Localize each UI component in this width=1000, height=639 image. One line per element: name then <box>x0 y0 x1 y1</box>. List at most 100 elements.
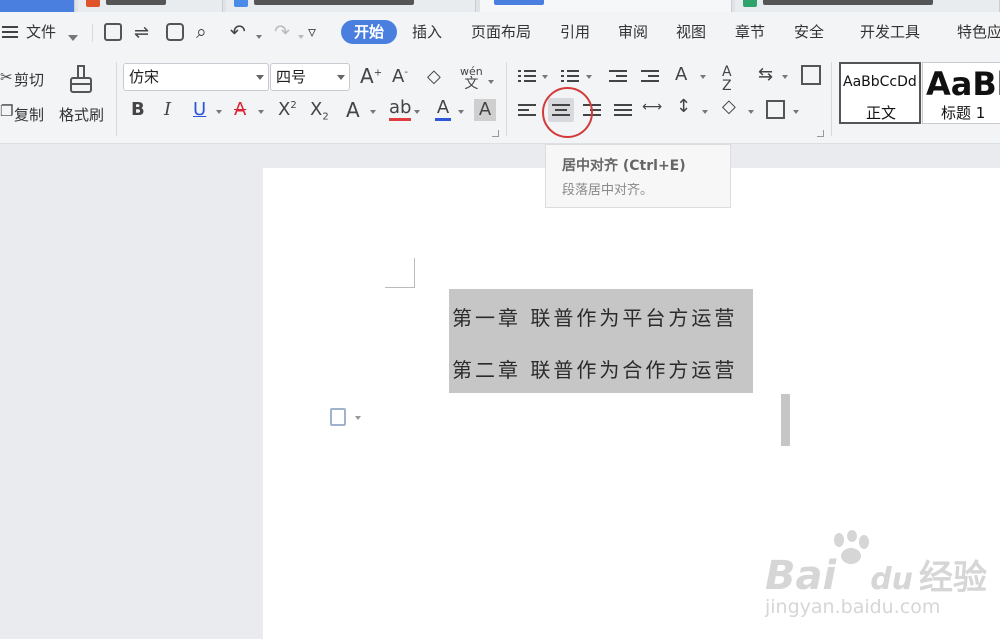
redo-dropdown-icon[interactable] <box>298 35 304 39</box>
annotation-circle <box>542 87 593 138</box>
font-name-select[interactable]: 仿宋 <box>123 63 269 91</box>
superscript-icon[interactable]: X2 <box>278 101 297 119</box>
increase-indent-icon[interactable] <box>641 69 659 83</box>
decrease-font-size-icon[interactable]: A- <box>392 68 408 86</box>
document-line[interactable]: 第一章 联普作为平台方运营 <box>452 302 737 331</box>
underline-dropdown-icon[interactable] <box>216 110 222 114</box>
document-tab[interactable] <box>226 0 476 12</box>
font-dialog-launcher[interactable] <box>492 130 499 137</box>
style-heading-1[interactable]: AaBb 标题 1 <box>922 62 1000 124</box>
redo-icon[interactable]: ↷ <box>274 23 290 42</box>
export-pdf-icon[interactable]: ⇌ <box>134 24 149 42</box>
copy-button[interactable]: 复制 <box>14 104 44 125</box>
strikethrough-dropdown-icon[interactable] <box>258 110 264 114</box>
format-painter-button[interactable]: 格式刷 <box>59 104 104 125</box>
clear-formatting-icon[interactable]: ◇ <box>427 68 441 86</box>
bullets-icon[interactable] <box>518 69 536 83</box>
paragraph-dialog-launcher[interactable] <box>817 130 824 137</box>
shading-icon[interactable]: ◇ <box>722 98 736 116</box>
print-preview-icon[interactable]: ⌕ <box>196 23 207 42</box>
format-painter-icon[interactable] <box>68 64 96 96</box>
font-size-value: 四号 <box>276 68 307 86</box>
tab-developer[interactable]: 开发工具 <box>860 20 920 44</box>
divider <box>831 62 832 136</box>
customize-toolbar-icon[interactable]: ▿ <box>308 24 316 40</box>
font-name-value: 仿宋 <box>129 68 160 86</box>
watermark: Bai du 经验 jingyan.baidu.com <box>765 528 1000 639</box>
bold-icon[interactable]: B <box>131 101 145 119</box>
tab-page-layout[interactable]: 页面布局 <box>471 20 531 44</box>
bullets-dropdown-icon[interactable] <box>542 75 548 79</box>
underline-icon[interactable]: U <box>193 101 206 119</box>
subscript-icon[interactable]: X2 <box>310 101 329 123</box>
font-size-select[interactable]: 四号 <box>270 63 350 91</box>
character-shading-icon[interactable]: A <box>474 99 496 121</box>
tab-home[interactable]: 开始 <box>341 20 398 44</box>
tab-security[interactable]: 安全 <box>794 20 824 44</box>
tab-insert[interactable]: 插入 <box>412 20 442 44</box>
distributed-align-icon[interactable]: ⟷ <box>642 100 662 114</box>
phonetic-guide-icon[interactable]: wén 文 <box>460 66 483 91</box>
text-effect-icon[interactable]: A <box>346 100 360 120</box>
font-color-icon[interactable]: A <box>435 99 451 121</box>
text-direction-icon[interactable]: A <box>675 66 687 84</box>
divider <box>116 62 117 136</box>
watermark-brand: Bai <box>765 553 837 599</box>
copy-icon[interactable]: ❐ <box>0 104 13 119</box>
justify-icon[interactable] <box>614 103 632 117</box>
document-line[interactable]: 第二章 联普作为合作方运营 <box>452 354 737 383</box>
text-direction-dropdown-icon[interactable] <box>700 75 706 79</box>
cut-button[interactable]: 剪切 <box>14 69 44 90</box>
document-tab[interactable] <box>735 0 1000 12</box>
paragraph-layout-dropdown-icon[interactable] <box>355 416 361 420</box>
print-icon[interactable] <box>166 23 184 41</box>
undo-icon[interactable]: ↶ <box>230 23 246 42</box>
numbering-icon[interactable] <box>561 69 579 83</box>
document-tab-active[interactable] <box>480 0 732 12</box>
line-spacing-icon[interactable]: ↕ <box>676 98 691 116</box>
align-left-icon[interactable] <box>518 103 536 117</box>
numbering-dropdown-icon[interactable] <box>586 75 592 79</box>
borders-icon[interactable] <box>766 100 785 119</box>
highlight-icon[interactable]: ab <box>389 99 411 121</box>
decrease-indent-icon[interactable] <box>609 69 627 83</box>
paragraph-layout-icon[interactable] <box>330 408 346 426</box>
style-normal[interactable]: AaBbCcDd 正文 <box>839 62 921 124</box>
strikethrough-icon[interactable]: A <box>234 101 246 119</box>
scissors-icon[interactable]: ✂ <box>0 70 13 85</box>
tab-references[interactable]: 引用 <box>560 20 590 44</box>
file-menu[interactable]: 文件 <box>26 20 56 44</box>
line-spacing-tools-icon[interactable]: ⇆ <box>758 66 773 84</box>
style-heading-1-label: 标题 1 <box>941 104 986 122</box>
tab-features[interactable]: 特色应 <box>957 20 1000 44</box>
document-tab[interactable] <box>0 0 75 12</box>
highlight-dropdown-icon[interactable] <box>414 110 420 114</box>
hamburger-icon[interactable] <box>2 25 20 39</box>
tab-chapter[interactable]: 章节 <box>735 20 765 44</box>
document-tab[interactable] <box>78 0 223 12</box>
divider <box>506 62 507 136</box>
increase-font-size-icon[interactable]: A+ <box>360 66 382 86</box>
text-effect-dropdown-icon[interactable] <box>370 110 376 114</box>
tooltip-title: 居中对齐 (Ctrl+E) <box>562 158 686 174</box>
tooltip-align-center: 居中对齐 (Ctrl+E) 段落居中对齐。 <box>545 144 731 208</box>
shading-dropdown-icon[interactable] <box>748 110 754 114</box>
italic-icon[interactable]: I <box>164 101 171 119</box>
tab-view[interactable]: 视图 <box>676 20 706 44</box>
sort-icon[interactable]: AZ <box>722 65 732 93</box>
tab-review[interactable]: 审阅 <box>618 20 648 44</box>
style-normal-preview: AaBbCcDd <box>843 74 917 90</box>
save-icon[interactable] <box>104 23 122 41</box>
line-spacing-dropdown-icon[interactable] <box>702 110 708 114</box>
line-spacing-tools-dropdown-icon[interactable] <box>782 75 788 79</box>
borders-dropdown-icon[interactable] <box>793 110 799 114</box>
font-color-dropdown-icon[interactable] <box>458 110 464 114</box>
chevron-down-icon[interactable] <box>68 35 78 41</box>
phonetic-dropdown-icon[interactable] <box>488 80 494 84</box>
margin-corner-mark <box>385 258 415 288</box>
table-icon[interactable] <box>801 65 821 85</box>
divider <box>92 24 93 42</box>
tooltip-description: 段落居中对齐。 <box>562 183 654 198</box>
watermark-cn: 经验 <box>919 558 988 598</box>
undo-dropdown-icon[interactable] <box>256 35 262 39</box>
